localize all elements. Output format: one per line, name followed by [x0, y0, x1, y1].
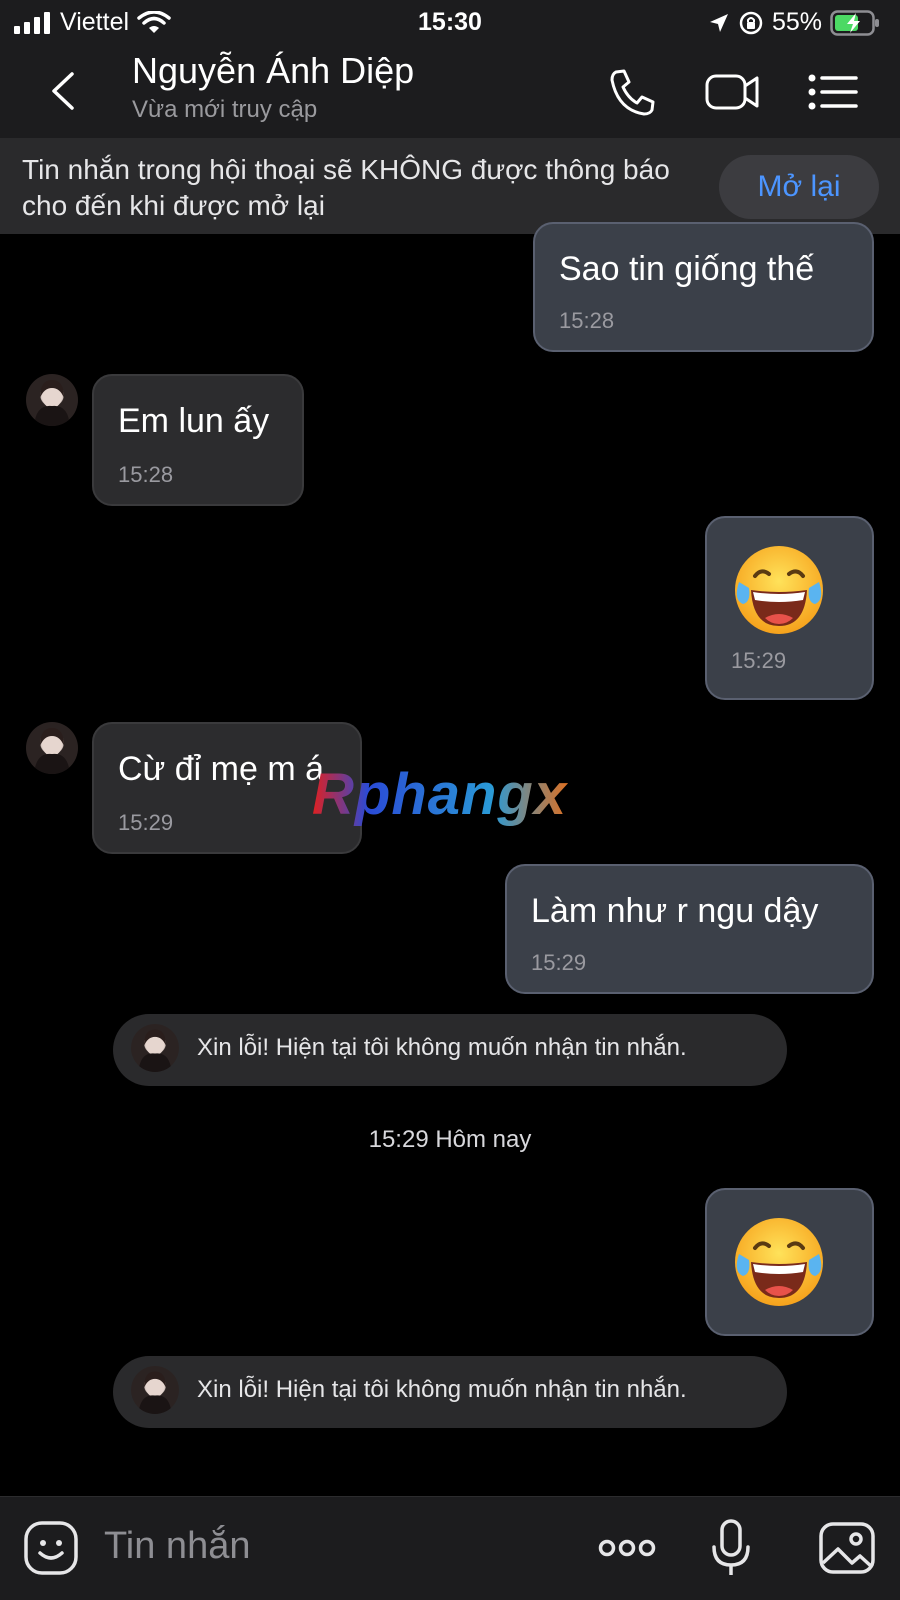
contact-avatar[interactable] [26, 722, 78, 774]
status-bar: Viettel 15:30 55% [0, 0, 900, 46]
message-input-bar: Tin nhắn [0, 1496, 900, 1600]
tears-of-joy-emoji-icon [735, 1218, 823, 1306]
battery-percent: 55% [771, 8, 822, 36]
message-time: 15:29 [531, 950, 587, 975]
auto-reply-text: Xin lỗi! Hiện tại tôi không muốn nhận ti… [197, 1034, 687, 1061]
watermark-logo: Rphangx [312, 762, 569, 827]
chat-header: Nguyễn Ánh Diệp Vừa mới truy cập [0, 46, 900, 138]
message-input[interactable]: Tin nhắn [104, 1525, 250, 1568]
message-time: 15:28 [559, 308, 615, 333]
auto-reply-notice: Xin lỗi! Hiện tại tôi không muốn nhận ti… [113, 1356, 787, 1428]
phone-icon[interactable] [604, 66, 660, 118]
location-icon [709, 13, 728, 32]
auto-reply-text: Xin lỗi! Hiện tại tôi không muốn nhận ti… [197, 1376, 687, 1403]
contact-avatar [131, 1366, 179, 1414]
message-time: 15:29 [731, 648, 787, 673]
tears-of-joy-emoji-icon [735, 546, 823, 634]
message-text: Làm như r ngu dậy [531, 892, 819, 930]
sent-message-bubble[interactable]: Làm như r ngu dậy 15:29 [505, 864, 874, 994]
contact-status: Vừa mới truy cập [132, 96, 318, 123]
watermark-text: Rphangx [312, 762, 569, 827]
battery-icon [830, 9, 879, 36]
received-message-bubble[interactable]: Em lun ấy 15:28 [92, 374, 304, 506]
message-text: Em lun ấy [118, 402, 270, 440]
auto-reply-notice: Xin lỗi! Hiện tại tôi không muốn nhận ti… [113, 1014, 787, 1086]
message-text: Cừ đỉ mẹ m á [118, 750, 325, 788]
mic-icon[interactable] [702, 1519, 760, 1577]
mute-banner: Tin nhắn trong hội thoại sẽ KHÔNG được t… [0, 138, 900, 234]
date-separator: 15:29 Hôm nay [368, 1126, 532, 1153]
contact-avatar[interactable] [26, 374, 78, 426]
sent-message-bubble[interactable]: Sao tin giống thế 15:28 [533, 222, 874, 352]
sticker-icon[interactable] [22, 1519, 80, 1577]
message-time: 15:29 [118, 810, 174, 835]
menu-icon[interactable] [806, 66, 862, 118]
image-icon[interactable] [818, 1519, 876, 1577]
message-time: 15:28 [118, 462, 174, 487]
message-text: Sao tin giống thế [559, 250, 815, 288]
rotation-lock-icon [739, 11, 763, 34]
unmute-button[interactable]: Mở lại [719, 155, 879, 219]
contact-name[interactable]: Nguyễn Ánh Diệp [132, 50, 414, 92]
contact-avatar [131, 1024, 179, 1072]
sent-emoji-bubble[interactable] [705, 1188, 874, 1336]
mute-notice-text: Tin nhắn trong hội thoại sẽ KHÔNG được t… [22, 154, 670, 221]
video-icon[interactable] [704, 66, 760, 118]
more-icon[interactable] [598, 1519, 656, 1577]
back-icon[interactable] [40, 66, 90, 116]
status-right: 55% [708, 8, 880, 37]
sent-emoji-bubble[interactable]: 15:29 [705, 516, 874, 700]
